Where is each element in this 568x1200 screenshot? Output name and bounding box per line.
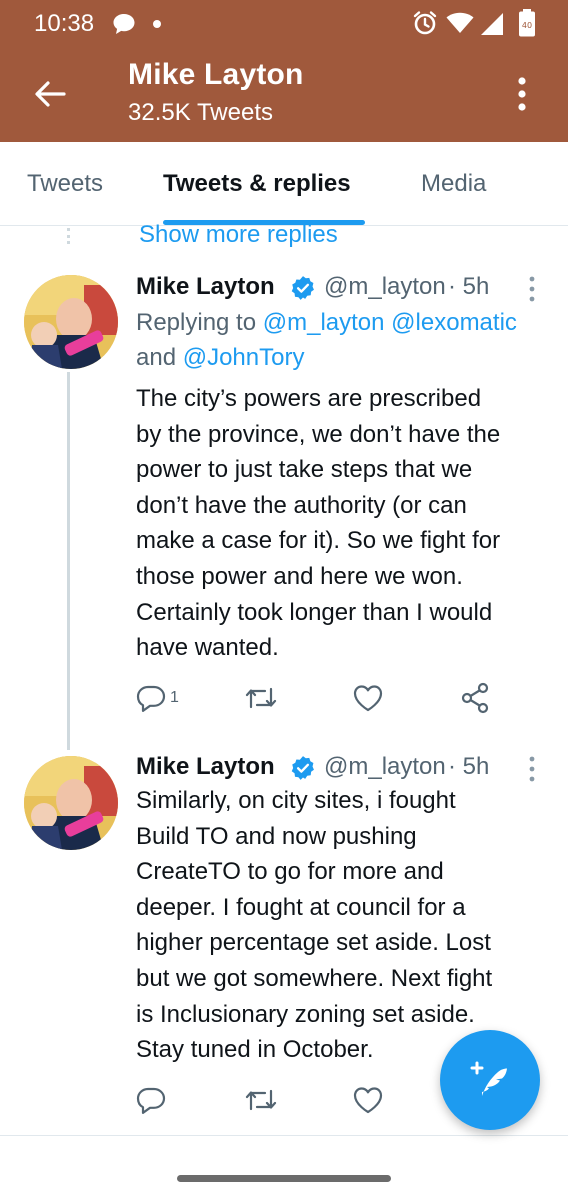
battery-icon: 40 bbox=[519, 9, 535, 37]
gesture-nav-handle[interactable] bbox=[177, 1175, 391, 1182]
tweet-count: 32.5K Tweets bbox=[128, 99, 273, 126]
replying-and-label: and bbox=[136, 344, 183, 371]
tweet-time: · 5h bbox=[448, 273, 490, 300]
tweet-text: The city’s powers are prescribed by the … bbox=[136, 385, 501, 662]
avatar[interactable] bbox=[24, 756, 118, 850]
status-bar: 10:38 40 bbox=[0, 0, 568, 48]
show-more-replies-link[interactable]: Show more replies bbox=[139, 221, 338, 249]
tweet-time: · 5h bbox=[448, 753, 490, 780]
reply-button[interactable]: 1 bbox=[136, 680, 179, 716]
tweet-more-icon[interactable] bbox=[522, 754, 542, 784]
like-icon bbox=[353, 1087, 383, 1114]
author-name[interactable]: Mike Layton bbox=[136, 753, 275, 781]
mention-link[interactable]: @m_layton bbox=[263, 309, 385, 336]
verified-icon bbox=[291, 276, 314, 300]
reply-icon bbox=[136, 1087, 166, 1114]
tab-tweets-and-replies[interactable]: Tweets & replies bbox=[163, 170, 351, 198]
tweet-text: Similarly, on city sites, i fought Build… bbox=[136, 787, 493, 1064]
retweet-button[interactable] bbox=[244, 1082, 278, 1118]
author-handle[interactable]: @m_layton bbox=[324, 753, 446, 781]
compose-icon bbox=[470, 1061, 507, 1096]
replying-to-label: Replying to bbox=[136, 309, 263, 336]
retweet-icon bbox=[245, 687, 277, 709]
like-button[interactable] bbox=[352, 1082, 384, 1118]
svg-text:40: 40 bbox=[522, 21, 532, 30]
app-header: 10:38 40 Mike Layton 32.5K Tweets bbox=[0, 0, 568, 142]
share-icon bbox=[461, 682, 489, 714]
reply-icon bbox=[136, 685, 166, 712]
avatar-image bbox=[24, 275, 118, 369]
retweet-button[interactable] bbox=[244, 680, 278, 716]
thread-dotted-line bbox=[67, 228, 70, 244]
tab-media[interactable]: Media bbox=[421, 170, 486, 198]
thread-connector-line bbox=[67, 372, 70, 750]
like-icon bbox=[353, 685, 383, 712]
feed-divider bbox=[0, 1135, 568, 1136]
alarm-icon bbox=[413, 11, 437, 35]
message-notification-icon bbox=[113, 14, 135, 34]
author-handle[interactable]: @m_layton bbox=[324, 273, 446, 301]
mention-link[interactable]: @JohnTory bbox=[183, 344, 305, 371]
wifi-icon bbox=[446, 12, 474, 34]
avatar[interactable] bbox=[24, 275, 118, 369]
replying-to-line: Replying to @m_layton @lexomatic and @Jo… bbox=[136, 305, 556, 375]
overflow-menu-button[interactable] bbox=[504, 70, 540, 118]
profile-tabs: Tweets Tweets & replies Media bbox=[0, 142, 568, 226]
reply-button[interactable] bbox=[136, 1082, 166, 1118]
compose-tweet-button[interactable] bbox=[440, 1030, 540, 1130]
mention-link[interactable]: @lexomatic bbox=[391, 309, 517, 336]
tab-tweets[interactable]: Tweets bbox=[27, 170, 103, 198]
avatar-image bbox=[24, 756, 118, 850]
like-button[interactable] bbox=[352, 680, 384, 716]
author-name[interactable]: Mike Layton bbox=[136, 273, 275, 301]
back-arrow-icon bbox=[35, 81, 66, 107]
share-button[interactable] bbox=[460, 680, 490, 716]
cell-signal-icon bbox=[481, 13, 503, 35]
status-time: 10:38 bbox=[34, 10, 95, 37]
tweet-more-icon[interactable] bbox=[522, 274, 542, 304]
dot-notification-icon bbox=[153, 20, 161, 28]
reply-count: 1 bbox=[170, 689, 179, 706]
verified-icon bbox=[291, 756, 314, 780]
more-vertical-icon bbox=[518, 77, 526, 111]
back-button[interactable] bbox=[26, 70, 74, 118]
retweet-icon bbox=[245, 1089, 277, 1111]
profile-name-title: Mike Layton bbox=[128, 58, 304, 91]
